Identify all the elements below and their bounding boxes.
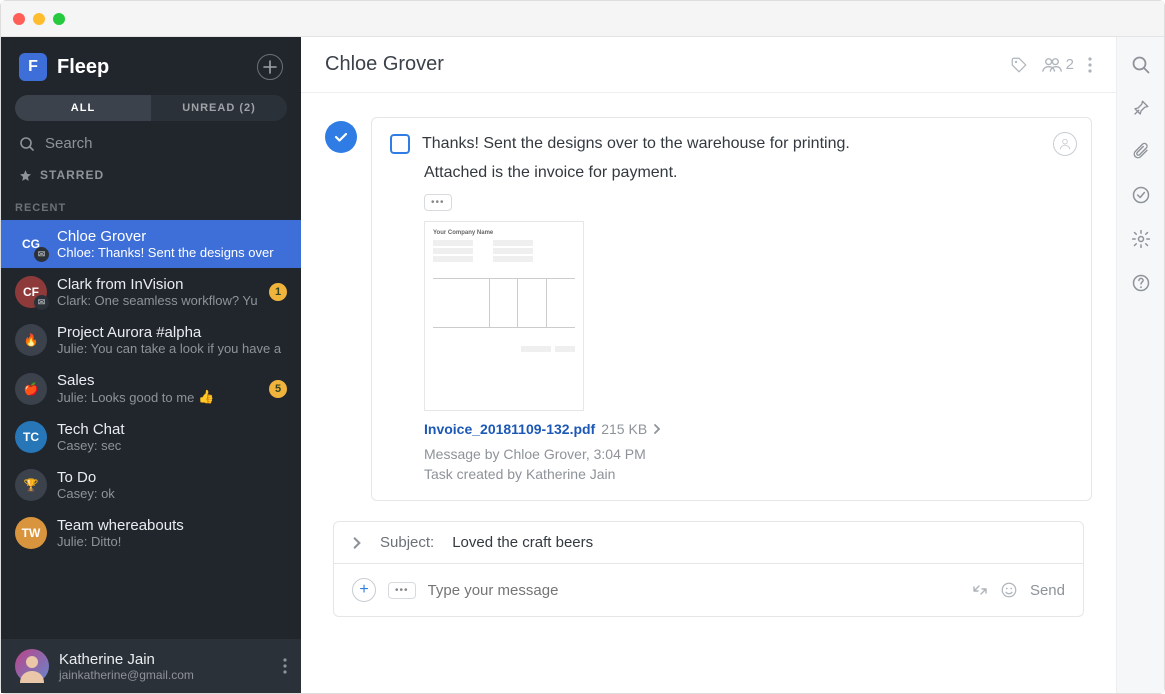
conversation-avatar: 🍎 — [15, 373, 47, 405]
conversation-preview: Clark: One seamless workflow? Yu — [57, 293, 287, 308]
close-window[interactable] — [13, 13, 25, 25]
right-rail — [1116, 37, 1164, 693]
tag-icon[interactable] — [1010, 56, 1028, 74]
thumbs-up-icon: 👍 — [198, 389, 214, 405]
message-line1: Thanks! Sent the designs over to the war… — [390, 134, 1073, 154]
subject-value: Loved the craft beers — [452, 534, 593, 551]
conversation-avatar: CF✉ — [15, 276, 47, 308]
brand: F Fleep — [19, 53, 109, 81]
conversation-avatar: 🏆 — [15, 469, 47, 501]
conversation-item[interactable]: TW Team whereaboutsJulie: Ditto! — [1, 509, 301, 557]
conversation-item[interactable]: CG✉ Chloe GroverChloe: Thanks! Sent the d… — [1, 220, 301, 268]
chat-more-icon[interactable] — [1088, 57, 1092, 73]
window-titlebar — [1, 1, 1164, 37]
compose-subject-row[interactable]: Subject: Loved the craft beers — [333, 521, 1084, 564]
unread-badge: 5 — [269, 380, 287, 398]
filter-all[interactable]: ALL — [15, 95, 151, 121]
conversation-preview: Chloe: Thanks! Sent the designs over — [57, 245, 287, 260]
emoji-icon[interactable] — [1000, 581, 1018, 599]
brand-icon: F — [19, 53, 47, 81]
conversation-item[interactable]: 🔥 Project Aurora #alphaJulie: You can tak… — [1, 316, 301, 364]
task-message: Thanks! Sent the designs over to the war… — [325, 117, 1092, 501]
attachment-thumbnail[interactable]: Your Company Name — [424, 221, 584, 411]
zoom-window[interactable] — [53, 13, 65, 25]
search-row[interactable]: Search — [1, 121, 301, 160]
chat-title: Chloe Grover — [325, 53, 996, 76]
add-attachment-button[interactable]: + — [352, 578, 376, 602]
send-button[interactable]: Send — [1030, 582, 1065, 599]
conversation-preview: Julie: Looks good to me 👍 — [57, 389, 287, 405]
unread-badge: 1 — [269, 283, 287, 301]
starred-section[interactable]: STARRED — [1, 160, 301, 190]
rail-settings-icon[interactable] — [1131, 229, 1151, 249]
rail-attachment-icon[interactable] — [1132, 141, 1150, 161]
compose-row: + ••• Send — [333, 564, 1084, 617]
chat-content: Chloe Grover 2 — [301, 37, 1116, 693]
compose-more-icon[interactable]: ••• — [388, 582, 416, 599]
me-name: Katherine Jain — [59, 651, 194, 668]
task-complete-icon[interactable] — [325, 121, 357, 153]
attachment-filesize: 215 KB — [601, 421, 647, 437]
conversation-title: Clark from InVision — [57, 276, 287, 293]
sidebar: F Fleep ALL UNREAD (2) Search STARRED RE… — [1, 37, 301, 693]
rail-tasks-icon[interactable] — [1131, 185, 1151, 205]
conversation-avatar: 🔥 — [15, 324, 47, 356]
mail-sub-icon: ✉ — [34, 295, 49, 310]
conversation-item[interactable]: TC Tech ChatCasey: sec — [1, 413, 301, 461]
conversation-title: Sales — [57, 372, 287, 389]
conversation-item[interactable]: 🍎 SalesJulie: Looks good to me 👍5 — [1, 364, 301, 413]
conversation-preview: Casey: ok — [57, 486, 287, 501]
mail-sub-icon: ✉ — [34, 247, 49, 262]
conversation-title: Project Aurora #alpha — [57, 324, 287, 341]
conversation-list: CG✉ Chloe GroverChloe: Thanks! Sent the d… — [1, 220, 301, 639]
message-line2: Attached is the invoice for payment. — [424, 164, 1073, 182]
rail-pin-icon[interactable] — [1132, 99, 1150, 117]
conversation-preview: Julie: You can take a look if you have a — [57, 341, 287, 356]
conversation-preview: Casey: sec — [57, 438, 287, 453]
attachment-filename: Invoice_20181109-132.pdf — [424, 421, 595, 437]
me-more-icon[interactable] — [283, 658, 287, 674]
minimize-window[interactable] — [33, 13, 45, 25]
conversation-title: Team whereabouts — [57, 517, 287, 534]
sender-avatar-icon[interactable] — [1053, 132, 1077, 156]
brand-name: Fleep — [57, 56, 109, 79]
traffic-lights — [13, 13, 65, 25]
chevron-right-icon — [653, 423, 661, 435]
message-meta: Message by Chloe Grover, 3:04 PM Task cr… — [424, 445, 1073, 484]
search-placeholder: Search — [45, 135, 93, 152]
new-conversation-button[interactable] — [257, 54, 283, 80]
conversation-title: Tech Chat — [57, 421, 287, 438]
rail-help-icon[interactable] — [1131, 273, 1151, 293]
attachment-file-row[interactable]: Invoice_20181109-132.pdf 215 KB — [424, 421, 1073, 437]
chat-header: Chloe Grover 2 — [301, 37, 1116, 93]
message-area: Thanks! Sent the designs over to the war… — [301, 93, 1116, 693]
rail-search-icon[interactable] — [1131, 55, 1151, 75]
me-email: jainkatherine@gmail.com — [59, 668, 194, 682]
conversation-avatar: TC — [15, 421, 47, 453]
filter-unread[interactable]: UNREAD (2) — [151, 95, 287, 121]
expand-icon[interactable] — [972, 582, 988, 598]
message-actions-icon[interactable]: ••• — [424, 194, 452, 211]
conversation-item[interactable]: CF✉ Clark from InVisionClark: One seamles… — [1, 268, 301, 316]
subject-label: Subject: — [380, 534, 434, 551]
conversation-avatar: TW — [15, 517, 47, 549]
search-icon — [19, 136, 35, 152]
me-avatar[interactable] — [15, 649, 49, 683]
compose-input[interactable] — [428, 582, 960, 599]
conversation-item[interactable]: 🏆 To DoCasey: ok — [1, 461, 301, 509]
conversation-preview: Julie: Ditto! — [57, 534, 287, 549]
sidebar-footer: Katherine Jain jainkatherine@gmail.com — [1, 639, 301, 693]
members-button[interactable]: 2 — [1042, 56, 1074, 73]
message-card: Thanks! Sent the designs over to the war… — [371, 117, 1092, 501]
conversation-avatar: CG✉ — [15, 228, 47, 260]
conversation-title: To Do — [57, 469, 287, 486]
filter-segmented: ALL UNREAD (2) — [15, 95, 287, 121]
recent-header: RECENT — [1, 190, 301, 220]
task-checkbox[interactable] — [390, 134, 410, 154]
star-icon — [19, 169, 32, 182]
chevron-right-icon — [352, 536, 362, 550]
conversation-title: Chloe Grover — [57, 228, 287, 245]
